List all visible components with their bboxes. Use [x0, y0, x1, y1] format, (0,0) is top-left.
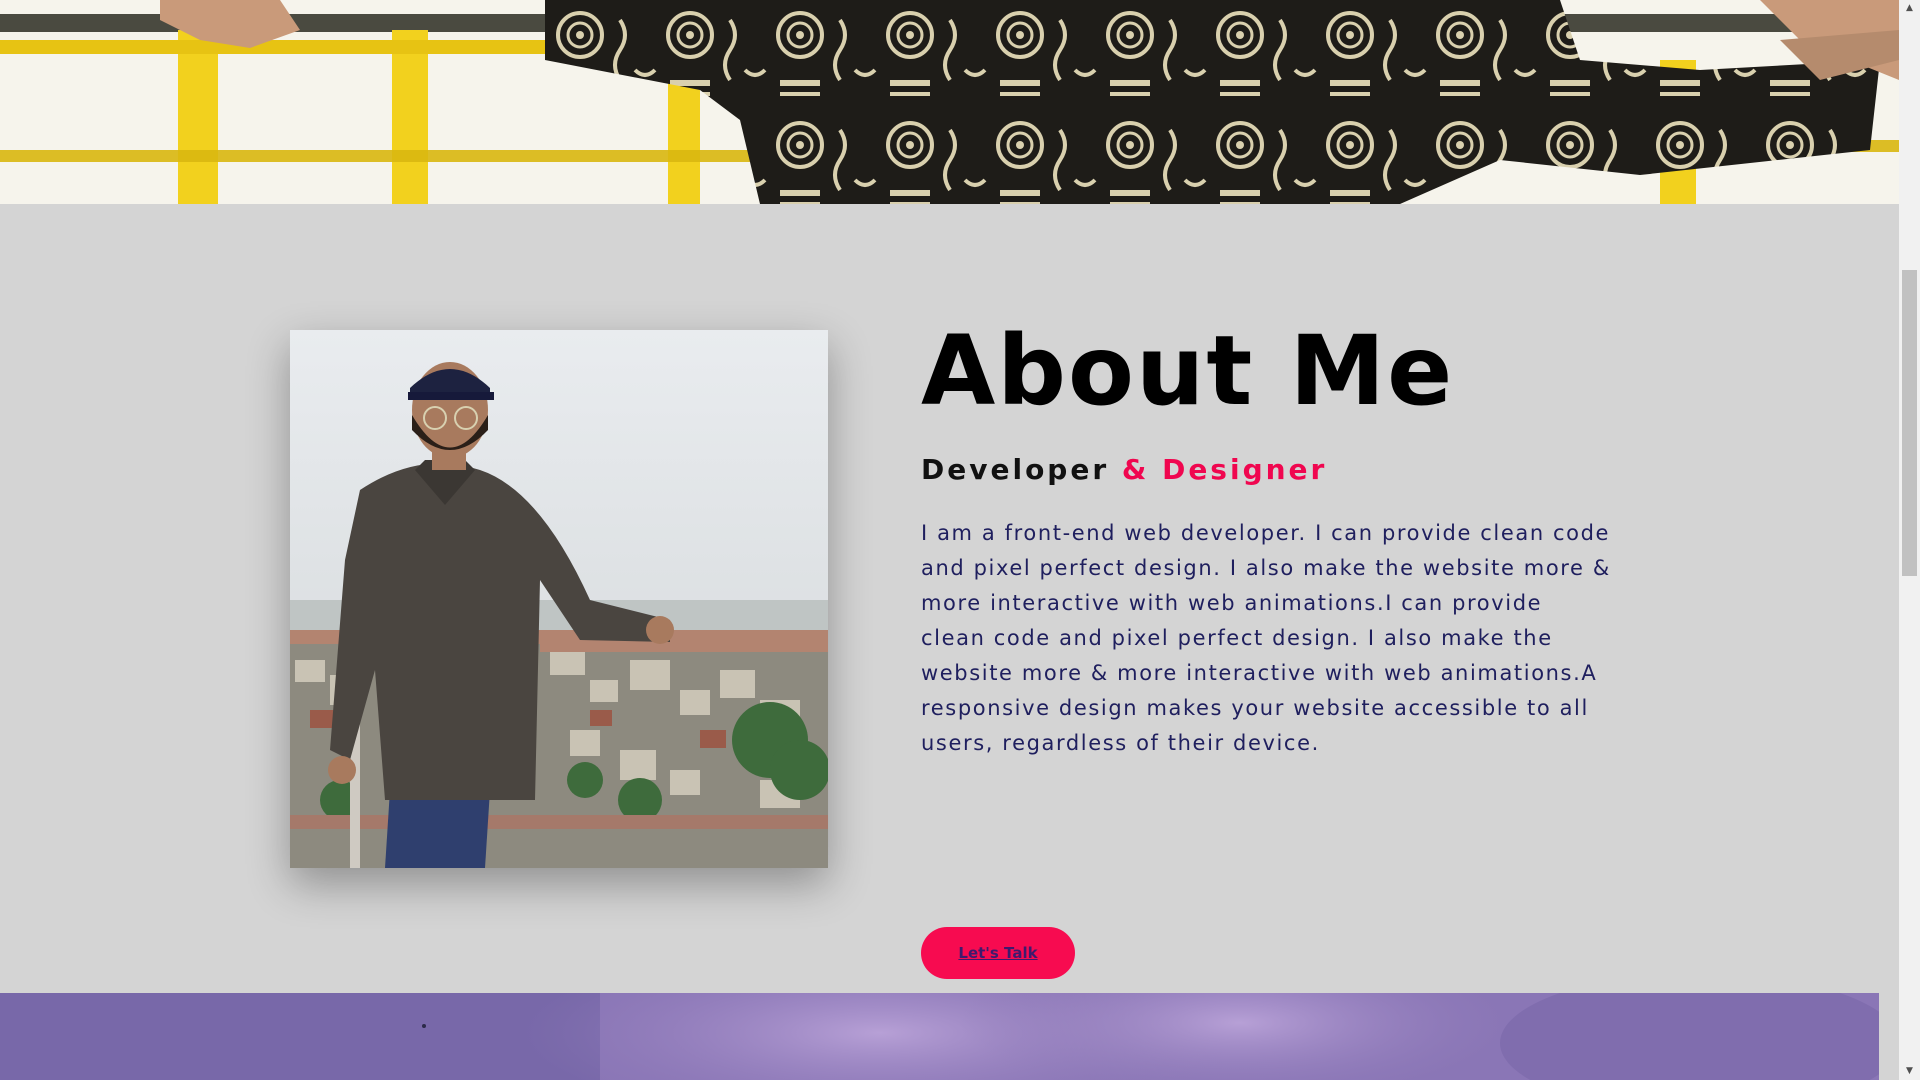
next-section-background	[0, 993, 1879, 1080]
scrollbar-thumb[interactable]	[1902, 270, 1917, 576]
subtitle-designer: & Designer	[1121, 452, 1328, 486]
about-content: About Me Developer & Designer I am a fro…	[921, 315, 1611, 979]
about-section: About Me Developer & Designer I am a fro…	[0, 204, 1899, 993]
scroll-down-arrow-icon[interactable]: ▼	[1899, 1063, 1920, 1080]
profile-photo	[290, 330, 828, 868]
scroll-up-arrow-icon[interactable]: ▲	[1899, 0, 1920, 17]
hero-image	[0, 0, 1899, 204]
about-description: I am a front-end web developer. I can pr…	[921, 521, 1611, 756]
vertical-scrollbar[interactable]: ▲ ▼	[1899, 0, 1920, 1080]
lets-talk-button[interactable]: Let's Talk	[921, 927, 1075, 979]
page: About Me Developer & Designer I am a fro…	[0, 0, 1920, 1080]
about-title: About Me	[921, 315, 1455, 427]
about-subtitle: Developer & Designer	[921, 453, 1611, 487]
subtitle-developer: Developer	[921, 452, 1110, 486]
